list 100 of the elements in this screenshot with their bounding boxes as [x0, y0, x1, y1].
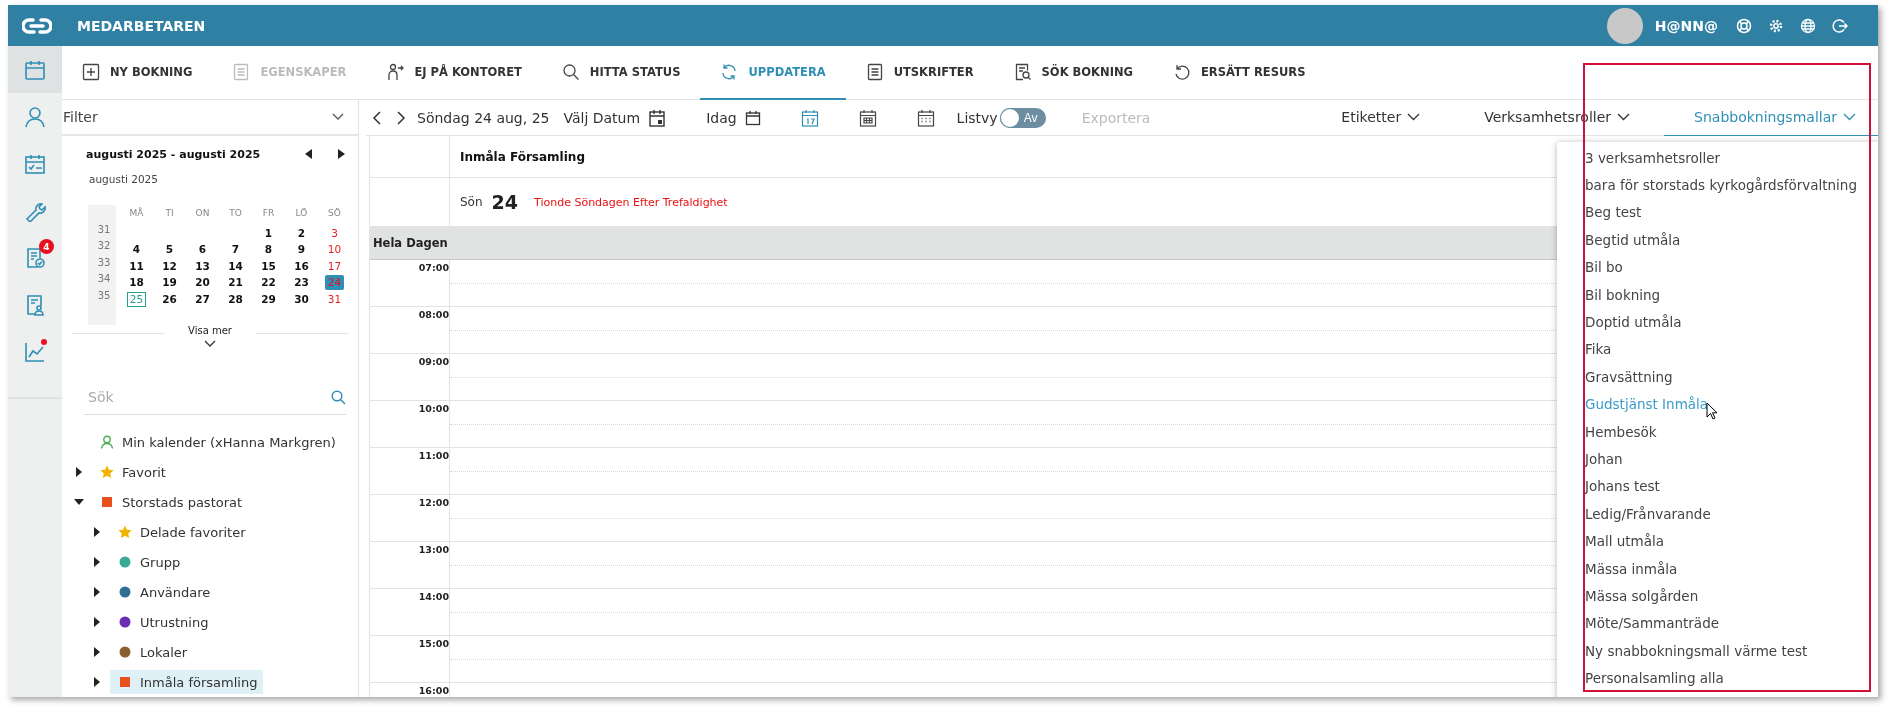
help-icon[interactable]	[1736, 17, 1752, 34]
weekday-label: FR	[261, 206, 276, 220]
calendar-day[interactable]: 30	[291, 291, 312, 307]
menu-item[interactable]: Mässa inmåla	[1557, 554, 1878, 583]
globe-icon[interactable]	[1800, 17, 1816, 34]
menu-item[interactable]: bara för storstads kyrkogårdsförvaltning	[1557, 171, 1878, 199]
filter-dropdown[interactable]: Snabbokningsmallar	[1664, 99, 1878, 136]
logout-icon[interactable]	[1832, 17, 1848, 34]
tree-item[interactable]: Delade favoriter	[110, 520, 252, 544]
calendar-icon[interactable]	[744, 109, 761, 126]
filter-dropdown[interactable]: Etiketter	[1341, 99, 1435, 136]
calendar-day[interactable]: 19	[159, 275, 180, 291]
toolbar-button[interactable]: UTSKRIFTER	[845, 46, 994, 100]
calendar-day[interactable]: 9	[294, 242, 309, 258]
avatar[interactable]	[1606, 7, 1643, 44]
menu-item[interactable]: Beg test	[1557, 198, 1878, 227]
next-icon[interactable]	[336, 148, 346, 161]
calendar-day[interactable]: 8	[261, 242, 276, 258]
calendar-day[interactable]: 11	[126, 258, 147, 274]
menu-item[interactable]: Johans test	[1557, 472, 1878, 501]
calendar-day[interactable]: 2	[294, 225, 309, 241]
collapsed-arrow-icon[interactable]	[74, 467, 84, 477]
show-more-button[interactable]: Visa mer	[164, 325, 256, 337]
tree-item[interactable]: Min kalender (xHanna Markgren)	[92, 430, 342, 454]
toolbar-button[interactable]: ERSÄTT RESURS	[1153, 46, 1326, 100]
calendar-day[interactable]: 18	[126, 275, 147, 291]
tree-item[interactable]: Inmåla församling	[110, 670, 264, 694]
menu-item[interactable]: Doptid utmåla	[1557, 308, 1878, 336]
next-icon[interactable]	[395, 109, 407, 126]
collapsed-arrow-icon[interactable]	[92, 557, 102, 567]
menu-item[interactable]: Mall utmåla	[1557, 527, 1878, 555]
menu-item[interactable]: 3 verksamhetsroller	[1557, 144, 1878, 172]
collapsed-arrow-icon[interactable]	[92, 677, 102, 687]
tree-item[interactable]: Lokaler	[110, 640, 194, 664]
menu-item[interactable]: Gravsättning	[1557, 363, 1878, 391]
tree-item[interactable]: Utrustning	[110, 610, 215, 634]
week-view-icon[interactable]	[858, 108, 877, 127]
collapsed-arrow-icon[interactable]	[92, 527, 102, 537]
calendar-day[interactable]: 12	[159, 258, 180, 274]
calendar-day[interactable]: 21	[225, 275, 246, 291]
doc-search-icon	[1013, 63, 1032, 81]
calendar-day[interactable]: 1	[261, 225, 276, 241]
menu-item[interactable]: Johan	[1557, 445, 1878, 473]
collapsed-arrow-icon[interactable]	[92, 647, 102, 657]
collapsed-arrow-icon[interactable]	[92, 617, 102, 627]
today-button[interactable]: Idag	[706, 109, 737, 126]
tree-item[interactable]: Användare	[110, 580, 217, 604]
calendar-day[interactable]: 23	[291, 275, 312, 291]
calendar-day[interactable]: 13	[192, 258, 213, 274]
menu-item[interactable]: Ny snabbokningsmall värme test	[1557, 637, 1878, 665]
chevron-down-icon[interactable]	[204, 340, 216, 349]
menu-item[interactable]: Begtid utmåla	[1557, 226, 1878, 254]
toolbar-button[interactable]: SÖK BOKNING	[993, 46, 1153, 100]
menu-item[interactable]: Mässa solgården	[1557, 582, 1878, 610]
collapsed-arrow-icon[interactable]	[92, 587, 102, 597]
calendar-day[interactable]: 14	[225, 258, 246, 274]
previous-icon[interactable]	[371, 109, 383, 126]
calendar-day[interactable]: 20	[192, 275, 213, 291]
day-view-icon[interactable]	[800, 108, 819, 127]
calendar-day[interactable]: 16	[291, 258, 312, 274]
calendar-day[interactable]: 26	[159, 291, 180, 307]
user-name[interactable]: H@NN@	[1654, 17, 1718, 34]
tree-item[interactable]: Storstads pastorat	[92, 490, 249, 514]
menu-item[interactable]: Ledig/Frånvarande	[1557, 500, 1878, 528]
menu-item[interactable]: Hembesök	[1557, 417, 1878, 446]
toolbar-button[interactable]: HITTA STATUS	[541, 46, 701, 100]
menu-item[interactable]: Bil bokning	[1557, 280, 1878, 309]
settings-icon[interactable]	[1768, 17, 1784, 34]
calendar-day[interactable]: 4	[129, 242, 144, 258]
calendar-day[interactable]: 15	[258, 258, 279, 274]
calendar-icon[interactable]	[648, 108, 667, 127]
chevron-down-icon	[1407, 113, 1421, 121]
calendar-day[interactable]: 7	[228, 242, 243, 258]
menu-item[interactable]: Fika	[1557, 335, 1878, 364]
calendar-day[interactable]: 31	[324, 291, 345, 307]
toolbar-button[interactable]: EJ PÅ KONTORET	[366, 46, 542, 100]
calendar-day[interactable]: 22	[258, 275, 279, 291]
previous-icon[interactable]	[304, 148, 314, 161]
menu-item[interactable]: Möte/Sammanträde	[1557, 609, 1878, 638]
calendar-day[interactable]: 10	[324, 242, 345, 258]
hour-label: 13:00	[418, 543, 449, 555]
doc-check-nav-item[interactable]: 4	[8, 234, 62, 281]
tree-item[interactable]: Grupp	[110, 550, 187, 574]
month-view-icon[interactable]	[916, 108, 935, 127]
calendar-day[interactable]: 3	[328, 225, 341, 241]
menu-item[interactable]: Personalsamling alla	[1557, 664, 1878, 692]
calendar-day[interactable]: 6	[195, 242, 210, 258]
list-view-toggle[interactable]: Av	[999, 107, 1046, 128]
calendar-day[interactable]: 5	[162, 242, 177, 258]
calendar-day[interactable]: 17	[324, 258, 345, 274]
pick-date-button[interactable]: Välj Datum	[563, 109, 641, 126]
expanded-arrow-icon[interactable]	[74, 497, 84, 507]
toolbar-button[interactable]: UPPDATERA	[700, 46, 846, 100]
toolbar-button[interactable]: NY BOKNING	[62, 46, 213, 100]
menu-item[interactable]: Bil bo	[1557, 253, 1878, 281]
tree-item[interactable]: Favorit	[92, 460, 172, 484]
filter-dropdown[interactable]: Filter	[62, 100, 358, 136]
calendar-day[interactable]: 27	[192, 291, 213, 307]
calendar-day[interactable]: 29	[258, 291, 279, 307]
calendar-day[interactable]: 28	[225, 291, 246, 307]
